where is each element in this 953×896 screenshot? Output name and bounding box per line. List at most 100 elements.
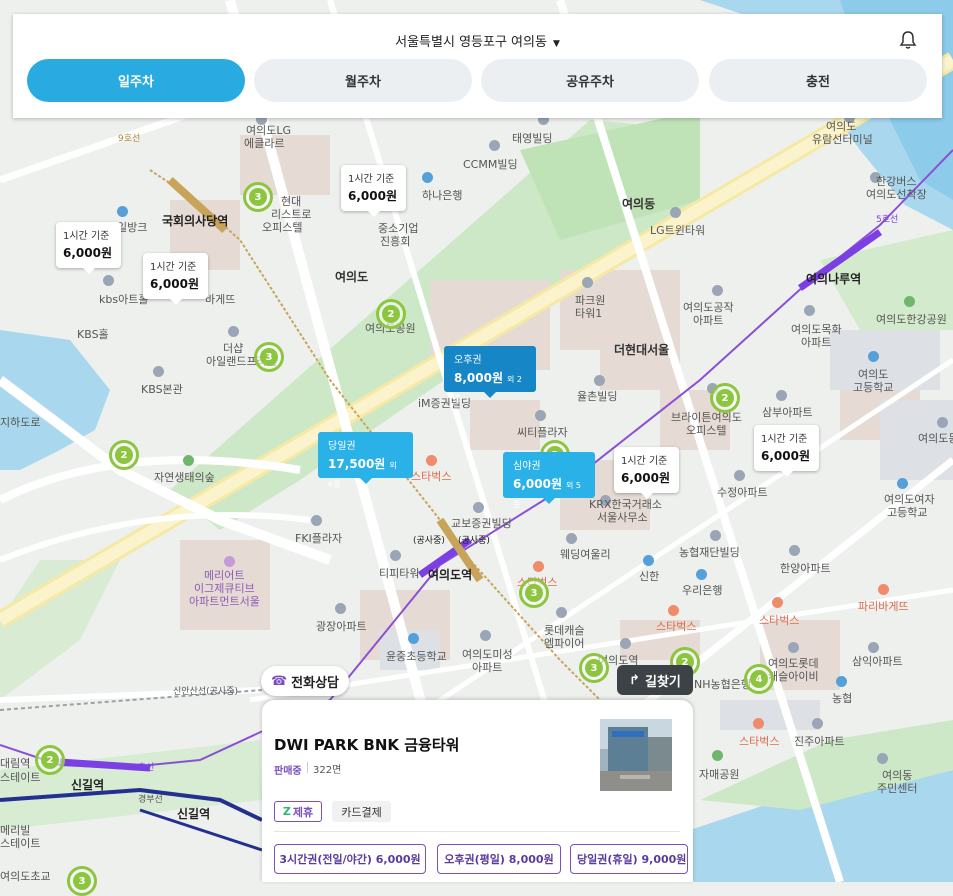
- cluster-count: 3: [585, 659, 603, 677]
- cafe-icon[interactable]: [772, 597, 783, 608]
- map-label: 서울사무소: [597, 511, 648, 524]
- map-label: 파리바게뜨: [858, 600, 909, 613]
- price-pin-sub: 1시간 기준: [621, 456, 668, 467]
- parking-cluster[interactable]: 3: [254, 342, 284, 372]
- poi-icon[interactable]: [535, 410, 546, 421]
- poi-icon[interactable]: [390, 550, 401, 561]
- ticket-pin-price: 17,500원: [328, 457, 386, 471]
- poi-icon[interactable]: [489, 140, 500, 151]
- ticket-pin[interactable]: 당일권 17,500원 외 6종: [318, 432, 413, 489]
- price-pin[interactable]: 1시간 기준 6,000원: [143, 253, 208, 305]
- station-label[interactable]: 신길역: [71, 776, 104, 793]
- poi-icon[interactable]: [228, 326, 239, 337]
- poi-icon[interactable]: [937, 417, 948, 428]
- map-label: 유람선터미널: [812, 133, 873, 146]
- bank-icon[interactable]: [422, 172, 433, 183]
- location-selector[interactable]: 서울특별시 영등포구 여의동 ▼: [13, 31, 942, 50]
- station-label[interactable]: 신길역: [177, 805, 210, 822]
- location-text: 서울특별시 영등포구 여의동: [395, 35, 547, 50]
- ticket-pin[interactable]: 심야권 6,000원 외 5종: [503, 452, 595, 509]
- cafe-icon[interactable]: [426, 455, 437, 466]
- station-label[interactable]: 여의나루역: [806, 270, 861, 287]
- poi-icon[interactable]: [804, 305, 815, 316]
- tab-monthly[interactable]: 월주차: [254, 59, 472, 102]
- poi-icon[interactable]: [153, 366, 164, 377]
- map-label: 더현대서울: [614, 343, 670, 357]
- parking-photo[interactable]: [600, 719, 672, 791]
- parking-detail-sheet[interactable]: DWI PARK BNK 금융타워 판매중 322면 Z 제휴 카드결제 3시간권…: [262, 700, 693, 882]
- cafe-icon[interactable]: [668, 605, 679, 616]
- ticket-option[interactable]: 3시간권(전일/야간) 6,000원: [274, 844, 426, 874]
- price-pin[interactable]: 1시간 기준 6,000원: [56, 222, 121, 274]
- cluster-count: 2: [115, 446, 133, 464]
- parking-cluster[interactable]: 3: [579, 653, 609, 683]
- parking-cluster[interactable]: 2: [109, 440, 139, 470]
- phone-consult-button[interactable]: ☎ 전화상담: [261, 666, 349, 696]
- poi-icon[interactable]: [812, 718, 823, 729]
- poi-icon[interactable]: [789, 545, 800, 556]
- park-icon[interactable]: [904, 296, 915, 307]
- ticket-option[interactable]: 오후권(평일) 8,000원: [437, 844, 561, 874]
- map-label: 웨딩여울리: [560, 548, 611, 561]
- parking-name: DWI PARK BNK 금융타워: [274, 736, 460, 754]
- poi-icon[interactable]: [480, 630, 491, 641]
- school-icon[interactable]: [408, 633, 419, 644]
- map-label: 아파트: [472, 661, 503, 674]
- parking-cluster[interactable]: 3: [67, 866, 97, 896]
- bell-icon[interactable]: [899, 30, 917, 50]
- poi-icon[interactable]: [103, 275, 114, 286]
- cafe-icon[interactable]: [753, 718, 764, 729]
- poi-icon[interactable]: [670, 207, 681, 218]
- poi-icon[interactable]: [712, 285, 723, 296]
- parking-cluster[interactable]: 2: [710, 383, 740, 413]
- parking-cluster[interactable]: 3: [519, 578, 549, 608]
- price-pin-sub: 1시간 기준: [761, 434, 808, 445]
- poi-icon[interactable]: [868, 642, 879, 653]
- cafe-icon[interactable]: [878, 584, 889, 595]
- map-label: 5호선: [132, 763, 155, 773]
- poi-icon[interactable]: [734, 470, 745, 481]
- poi-icon[interactable]: [311, 515, 322, 526]
- poi-icon[interactable]: [556, 607, 567, 618]
- bank-icon[interactable]: [836, 676, 847, 687]
- price-pin[interactable]: 1시간 기준 6,000원: [341, 165, 406, 217]
- parking-cluster[interactable]: 2: [376, 299, 406, 329]
- bank-icon[interactable]: [117, 206, 128, 217]
- map-label: kbs아트홀: [99, 293, 149, 306]
- poi-icon[interactable]: [620, 638, 631, 649]
- station-label[interactable]: 국회의사당역: [162, 212, 228, 229]
- school-icon[interactable]: [868, 351, 879, 362]
- map-label: (공사중): [458, 536, 490, 546]
- poi-icon[interactable]: [877, 753, 888, 764]
- poi-icon[interactable]: [473, 502, 484, 513]
- bank-icon[interactable]: [643, 555, 654, 566]
- parking-cluster[interactable]: 2: [35, 745, 65, 775]
- park-icon[interactable]: [712, 750, 723, 761]
- station-label[interactable]: 여의도역: [428, 566, 472, 583]
- poi-icon[interactable]: [788, 642, 799, 653]
- school-icon[interactable]: [897, 478, 908, 489]
- price-pin[interactable]: 1시간 기준 6,000원: [614, 447, 679, 499]
- chevron-down-icon: ▼: [552, 39, 560, 49]
- tab-charge[interactable]: 충전: [709, 59, 927, 102]
- poi-icon[interactable]: [776, 390, 787, 401]
- ticket-pin[interactable]: 오후권 8,000원 외 2종: [444, 346, 536, 403]
- map-label: 스타벅스: [656, 620, 697, 633]
- tab-shared[interactable]: 공유주차: [481, 59, 699, 102]
- bank-icon[interactable]: [696, 569, 707, 580]
- parking-cluster[interactable]: 3: [243, 182, 273, 212]
- parking-cluster[interactable]: 4: [744, 664, 774, 694]
- ticket-option[interactable]: 당일권(휴일) 9,000원: [570, 844, 688, 874]
- poi-icon[interactable]: [710, 530, 721, 541]
- price-pin[interactable]: 1시간 기준 6,000원: [754, 425, 819, 477]
- poi-icon[interactable]: [582, 277, 593, 288]
- park-icon[interactable]: [183, 455, 194, 466]
- poi-icon[interactable]: [566, 533, 577, 544]
- tab-daily[interactable]: 일주차: [27, 59, 245, 102]
- cluster-count: 3: [73, 872, 91, 890]
- poi-icon[interactable]: [224, 556, 235, 567]
- directions-button[interactable]: ↱ 길찾기: [617, 665, 693, 695]
- poi-icon[interactable]: [335, 603, 346, 614]
- poi-icon[interactable]: [594, 375, 605, 386]
- cafe-icon[interactable]: [533, 561, 544, 572]
